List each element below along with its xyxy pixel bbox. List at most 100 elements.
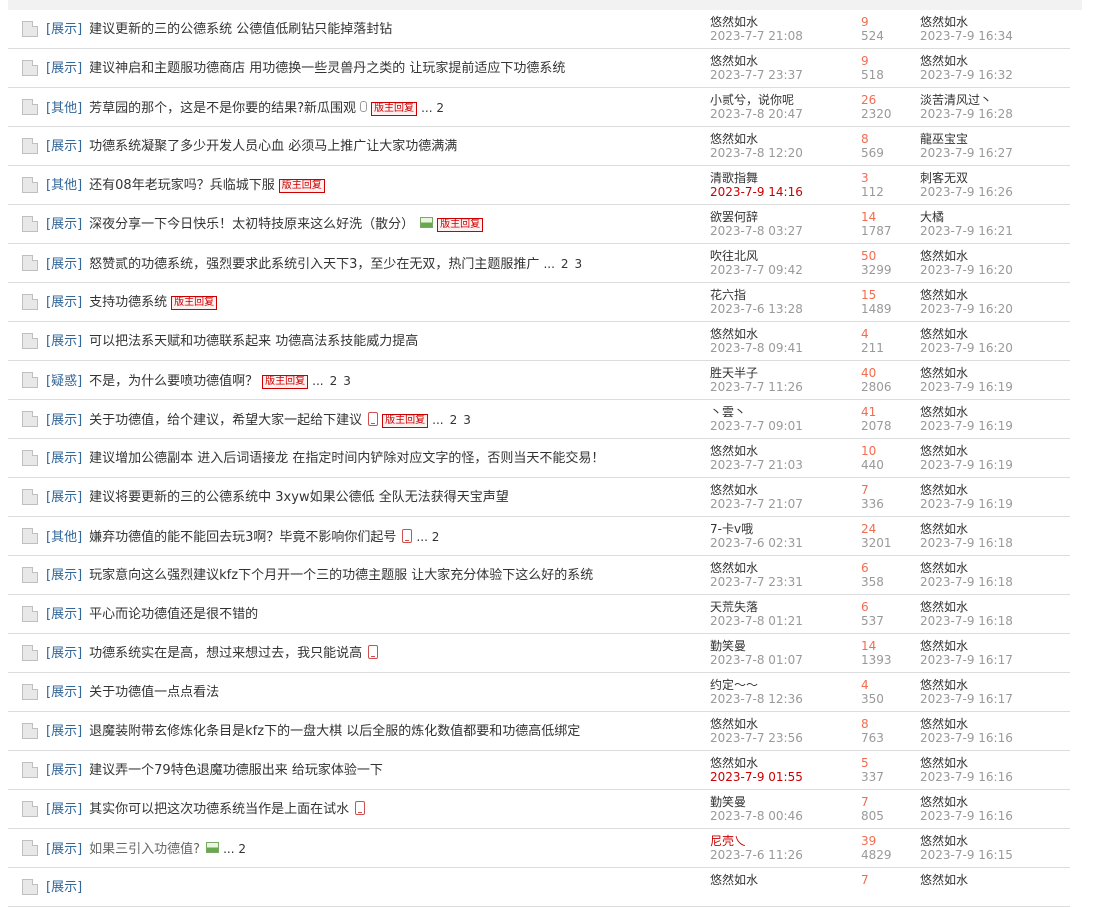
last-post-author[interactable]: 悠然如水 — [920, 54, 1070, 68]
thread-title-link[interactable]: 芳草园的那个，这是不是你要的结果?新瓜围观 — [89, 101, 356, 116]
doc-icon[interactable] — [22, 60, 38, 76]
doc-icon[interactable] — [22, 21, 38, 37]
thread-title-link[interactable]: 深夜分享一下今日快乐！太初特技原来这么好洗（散分） — [89, 217, 414, 232]
category-link[interactable]: [展示] — [46, 334, 82, 349]
last-post-author[interactable]: 悠然如水 — [920, 561, 1070, 575]
thread-title-link[interactable]: 嫌弃功德值的能不能回去玩3啊？毕竟不影响你们起号 — [89, 530, 396, 545]
last-post-time[interactable]: 2023-7-9 16:20 — [920, 341, 1070, 355]
category-link[interactable]: [疑惑] — [46, 374, 82, 389]
doc-icon[interactable] — [22, 99, 38, 115]
thread-title-link[interactable]: 建议增加公德副本 进入后词语接龙 在指定时间内铲除对应文字的怪，否则当天不能交易… — [89, 451, 604, 466]
last-post-time[interactable]: 2023-7-9 16:17 — [920, 653, 1070, 667]
page-link[interactable]: ... — [543, 257, 554, 271]
category-link[interactable]: [其他] — [46, 530, 82, 545]
last-post-time[interactable]: 2023-7-9 16:16 — [920, 809, 1070, 823]
page-link[interactable]: 2 — [330, 374, 338, 388]
last-post-author[interactable]: 悠然如水 — [920, 873, 1070, 887]
doc-icon[interactable] — [22, 684, 38, 700]
doc-icon[interactable] — [22, 762, 38, 778]
thread-title-link[interactable]: 建议将要更新的三的公德系统中 3xyw如果公德低 全队无法获得天宝声望 — [89, 490, 509, 505]
category-link[interactable]: [展示] — [46, 22, 82, 37]
author-name[interactable]: 悠然如水 — [710, 873, 850, 887]
last-post-time[interactable]: 2023-7-9 16:18 — [920, 536, 1070, 550]
last-post-time[interactable]: 2023-7-9 16:27 — [920, 146, 1070, 160]
last-post-author[interactable]: 大橘 — [920, 210, 1070, 224]
author-name[interactable]: 欲罢何辞 — [710, 210, 850, 224]
author-name[interactable]: 丶雲丶 — [710, 405, 850, 419]
category-link[interactable]: [展示] — [46, 880, 82, 895]
last-post-author[interactable]: 悠然如水 — [920, 483, 1070, 497]
category-link[interactable]: [展示] — [46, 61, 82, 76]
thread-title-link[interactable]: 功德系统实在是高，想过来想过去，我只能说高 — [89, 646, 362, 661]
last-post-time[interactable]: 2023-7-9 16:20 — [920, 302, 1070, 316]
last-post-time[interactable]: 2023-7-9 16:34 — [920, 29, 1070, 43]
doc-icon[interactable] — [22, 255, 38, 271]
last-post-author[interactable]: 悠然如水 — [920, 678, 1070, 692]
category-link[interactable]: [展示] — [46, 139, 82, 154]
doc-icon[interactable] — [22, 606, 38, 622]
last-post-author[interactable]: 刺客无双 — [920, 171, 1070, 185]
doc-icon[interactable] — [22, 372, 38, 388]
last-post-author[interactable]: 悠然如水 — [920, 249, 1070, 263]
doc-icon[interactable] — [22, 177, 38, 193]
thread-title-link[interactable]: 如果三引入功德值? — [89, 842, 200, 857]
author-name[interactable]: 勤笑曼 — [710, 795, 850, 809]
last-post-author[interactable]: 悠然如水 — [920, 639, 1070, 653]
author-name[interactable]: 悠然如水 — [710, 15, 850, 29]
last-post-time[interactable]: 2023-7-9 16:26 — [920, 185, 1070, 199]
author-name[interactable]: 悠然如水 — [710, 132, 850, 146]
category-link[interactable]: [其他] — [46, 178, 82, 193]
doc-icon[interactable] — [22, 216, 38, 232]
doc-icon[interactable] — [22, 294, 38, 310]
last-post-time[interactable]: 2023-7-9 16:19 — [920, 458, 1070, 472]
category-link[interactable]: [展示] — [46, 802, 82, 817]
last-post-author[interactable]: 悠然如水 — [920, 600, 1070, 614]
author-name[interactable]: 尼壳乀 — [710, 834, 850, 848]
category-link[interactable]: [展示] — [46, 257, 82, 272]
thread-title-link[interactable]: 可以把法系天赋和功德联系起来 功德高法系技能威力提高 — [89, 334, 418, 349]
page-link[interactable]: 3 — [463, 413, 471, 427]
author-name[interactable]: 花六指 — [710, 288, 850, 302]
thread-title-link[interactable]: 建议弄一个79特色退魔功德服出来 给玩家体验一下 — [89, 763, 383, 778]
author-name[interactable]: 悠然如水 — [710, 54, 850, 68]
last-post-author[interactable]: 悠然如水 — [920, 15, 1070, 29]
page-link[interactable]: 3 — [575, 257, 583, 271]
category-link[interactable]: [展示] — [46, 295, 82, 310]
doc-icon[interactable] — [22, 450, 38, 466]
last-post-author[interactable]: 悠然如水 — [920, 522, 1070, 536]
author-name[interactable]: 约定～～ — [710, 678, 850, 692]
author-name[interactable]: 小贰兮，说你呢 — [710, 93, 850, 107]
thread-title-link[interactable]: 其实你可以把这次功德系统当作是上面在试水 — [89, 802, 349, 817]
last-post-time[interactable]: 2023-7-9 16:28 — [920, 107, 1070, 121]
page-link[interactable]: ... 2 — [421, 101, 444, 115]
category-link[interactable]: [展示] — [46, 490, 82, 505]
author-name[interactable]: 清歌指舞 — [710, 171, 850, 185]
last-post-author[interactable]: 龍巫宝宝 — [920, 132, 1070, 146]
last-post-time[interactable]: 2023-7-9 16:18 — [920, 575, 1070, 589]
last-post-time[interactable]: 2023-7-9 16:20 — [920, 263, 1070, 277]
author-name[interactable]: 悠然如水 — [710, 327, 850, 341]
doc-icon[interactable] — [22, 138, 38, 154]
thread-title-link[interactable]: 退魔装附带玄修炼化条目是kfz下的一盘大棋 以后全服的炼化数值都要和功德高低绑定 — [89, 724, 580, 739]
last-post-author[interactable]: 悠然如水 — [920, 366, 1070, 380]
last-post-time[interactable]: 2023-7-9 16:19 — [920, 497, 1070, 511]
doc-icon[interactable] — [22, 645, 38, 661]
thread-title-link[interactable]: 怒赞贰的功德系统，强烈要求此系统引入天下3，至少在无双，热门主题服推广 — [89, 257, 539, 272]
last-post-time[interactable]: 2023-7-9 16:16 — [920, 770, 1070, 784]
page-link[interactable]: 3 — [343, 374, 351, 388]
doc-icon[interactable] — [22, 333, 38, 349]
category-link[interactable]: [展示] — [46, 451, 82, 466]
last-post-time[interactable]: 2023-7-9 16:19 — [920, 419, 1070, 433]
page-link[interactable]: 2 — [561, 257, 569, 271]
doc-icon[interactable] — [22, 801, 38, 817]
thread-title-link[interactable]: 不是，为什么要喷功德值啊？ — [89, 374, 258, 389]
doc-icon[interactable] — [22, 723, 38, 739]
last-post-author[interactable]: 悠然如水 — [920, 327, 1070, 341]
last-post-author[interactable]: 悠然如水 — [920, 288, 1070, 302]
thread-title-link[interactable]: 关于功德值一点点看法 — [89, 685, 219, 700]
thread-title-link[interactable]: 平心而论功德值还是很不错的 — [89, 607, 258, 622]
doc-icon[interactable] — [22, 411, 38, 427]
doc-icon[interactable] — [22, 528, 38, 544]
last-post-author[interactable]: 悠然如水 — [920, 717, 1070, 731]
page-link[interactable]: ... 2 — [223, 842, 246, 856]
